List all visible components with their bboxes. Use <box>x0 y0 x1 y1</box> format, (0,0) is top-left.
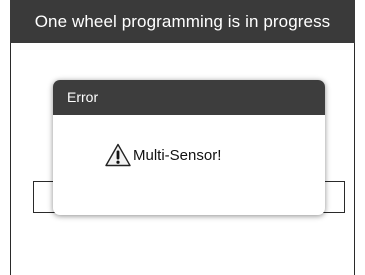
error-dialog[interactable]: Error Multi-Sensor! <box>53 80 325 215</box>
dialog-body: Multi-Sensor! <box>53 115 325 215</box>
error-message-text: Multi-Sensor! <box>133 146 222 164</box>
frame-left-border <box>10 42 11 275</box>
frame-right-border <box>354 42 355 275</box>
warning-triangle-icon <box>105 143 131 167</box>
error-message: Multi-Sensor! <box>105 143 221 167</box>
screen-title: One wheel programming is in progress <box>10 0 355 43</box>
dialog-title: Error <box>53 80 325 115</box>
programming-screen: One wheel programming is in progress Err… <box>0 0 365 275</box>
